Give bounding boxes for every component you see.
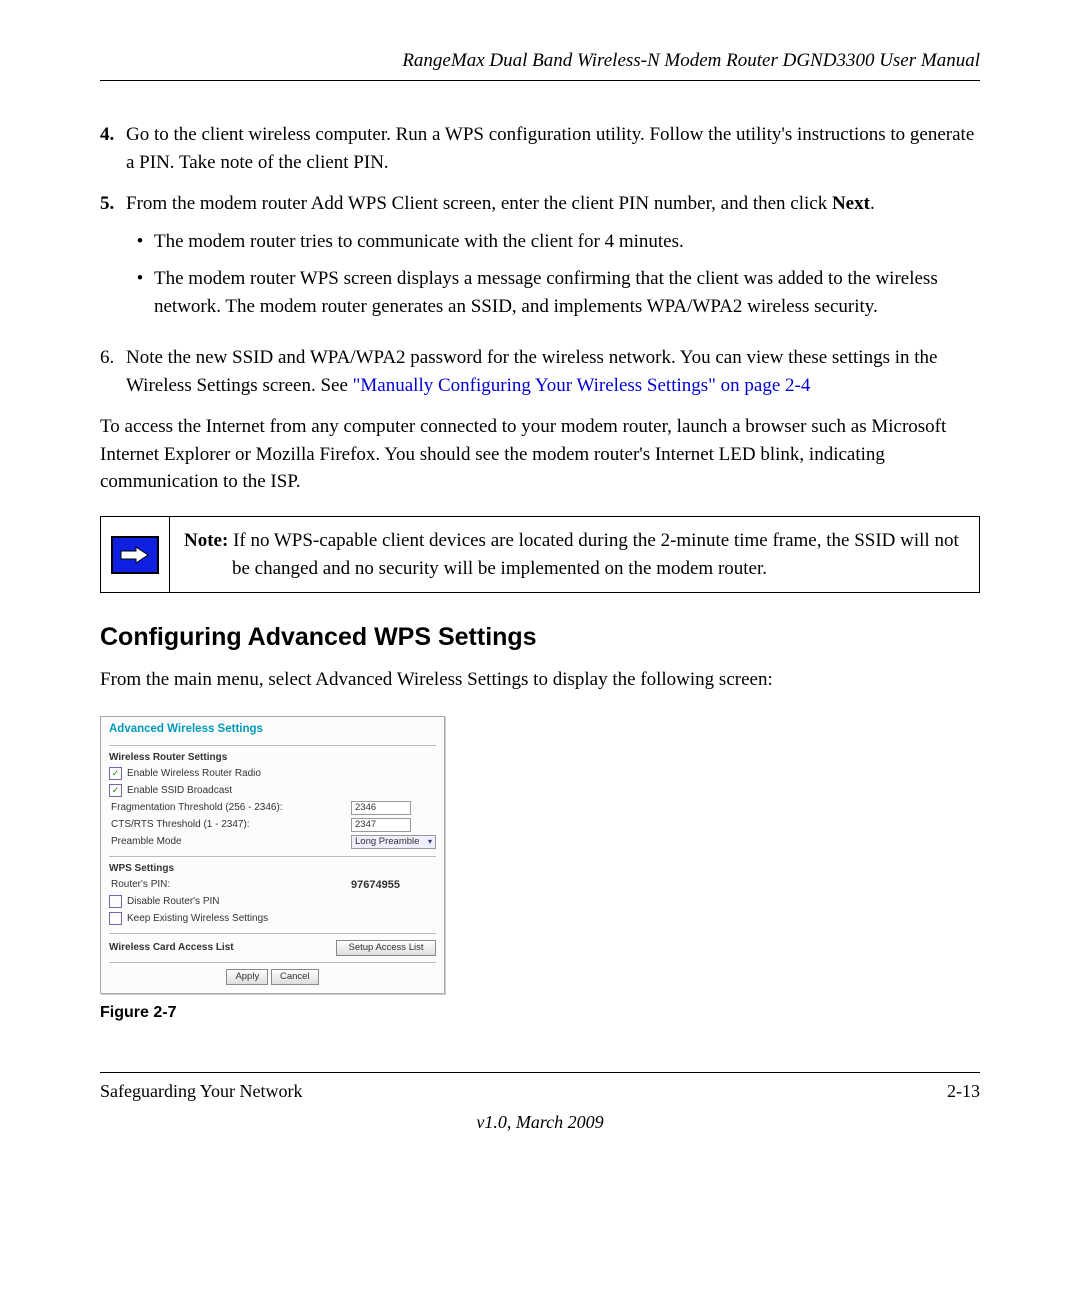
- footer-section-title: Safeguarding Your Network: [100, 1081, 302, 1102]
- body-paragraph: To access the Internet from any computer…: [100, 413, 980, 496]
- step-4-number: 4.: [100, 121, 126, 176]
- cancel-button[interactable]: Cancel: [271, 969, 319, 985]
- footer-version: v1.0, March 2009: [100, 1112, 980, 1133]
- setup-access-list-button[interactable]: Setup Access List: [336, 940, 436, 956]
- disable-router-pin-label: Disable Router's PIN: [127, 896, 436, 907]
- cts-rts-threshold-label: CTS/RTS Threshold (1 - 2347):: [109, 819, 351, 830]
- running-header: RangeMax Dual Band Wireless-N Modem Rout…: [100, 50, 980, 81]
- enable-ssid-broadcast-checkbox[interactable]: ✓: [109, 784, 122, 797]
- step-6: 6. Note the new SSID and WPA/WPA2 passwo…: [100, 344, 980, 399]
- wireless-card-access-list-heading: Wireless Card Access List: [109, 942, 326, 953]
- step-4: 4. Go to the client wireless computer. R…: [100, 121, 980, 176]
- section-heading: Configuring Advanced WPS Settings: [100, 623, 980, 652]
- step-5: 5. From the modem router Add WPS Client …: [100, 190, 980, 330]
- step-5-number: 5.: [100, 190, 126, 330]
- step-4-text: Go to the client wireless computer. Run …: [126, 121, 980, 176]
- note-box: Note: If no WPS-capable client devices a…: [100, 516, 980, 593]
- chevron-down-icon: ▾: [428, 837, 432, 846]
- step-5-bullet-1: • The modem router tries to communicate …: [126, 228, 980, 256]
- footer-page-number: 2-13: [947, 1081, 980, 1102]
- bullet-dot-icon: •: [126, 228, 154, 256]
- fragmentation-threshold-label: Fragmentation Threshold (256 - 2346):: [109, 802, 351, 813]
- step-5-text-a: From the modem router Add WPS Client scr…: [126, 193, 832, 214]
- note-label: Note:: [184, 530, 228, 551]
- cross-reference-link[interactable]: "Manually Configuring Your Wireless Sett…: [353, 375, 811, 396]
- step-6-number: 6.: [100, 344, 126, 399]
- advanced-wireless-settings-panel: Advanced Wireless Settings Wireless Rout…: [100, 716, 445, 994]
- enable-wireless-radio-checkbox[interactable]: ✓: [109, 767, 122, 780]
- enable-ssid-broadcast-label: Enable SSID Broadcast: [127, 785, 436, 796]
- preamble-mode-select[interactable]: Long Preamble▾: [351, 835, 436, 849]
- disable-router-pin-checkbox[interactable]: [109, 895, 122, 908]
- preamble-mode-label: Preamble Mode: [109, 836, 351, 847]
- keep-existing-settings-checkbox[interactable]: [109, 912, 122, 925]
- router-pin-value: 97674955: [351, 879, 436, 891]
- step-5-text-c: .: [870, 193, 875, 214]
- wps-settings-heading: WPS Settings: [109, 863, 436, 874]
- apply-button[interactable]: Apply: [226, 969, 268, 985]
- bullet-dot-icon: •: [126, 265, 154, 320]
- arrow-right-icon: [111, 536, 159, 574]
- keep-existing-settings-label: Keep Existing Wireless Settings: [127, 913, 436, 924]
- enable-wireless-radio-label: Enable Wireless Router Radio: [127, 768, 436, 779]
- note-text: If no WPS-capable client devices are loc…: [228, 530, 958, 579]
- step-5-bold-next: Next: [832, 193, 870, 214]
- panel-title: Advanced Wireless Settings: [109, 723, 436, 735]
- step-5-bullet-2: • The modem router WPS screen displays a…: [126, 265, 980, 320]
- router-pin-label: Router's PIN:: [109, 879, 351, 890]
- figure-caption: Figure 2-7: [100, 1004, 980, 1022]
- step-5-bullet-1-text: The modem router tries to communicate wi…: [154, 228, 980, 256]
- section-intro: From the main menu, select Advanced Wire…: [100, 666, 980, 694]
- wireless-router-settings-heading: Wireless Router Settings: [109, 752, 436, 763]
- fragmentation-threshold-input[interactable]: 2346: [351, 801, 411, 815]
- cts-rts-threshold-input[interactable]: 2347: [351, 818, 411, 832]
- step-5-bullet-2-text: The modem router WPS screen displays a m…: [154, 265, 980, 320]
